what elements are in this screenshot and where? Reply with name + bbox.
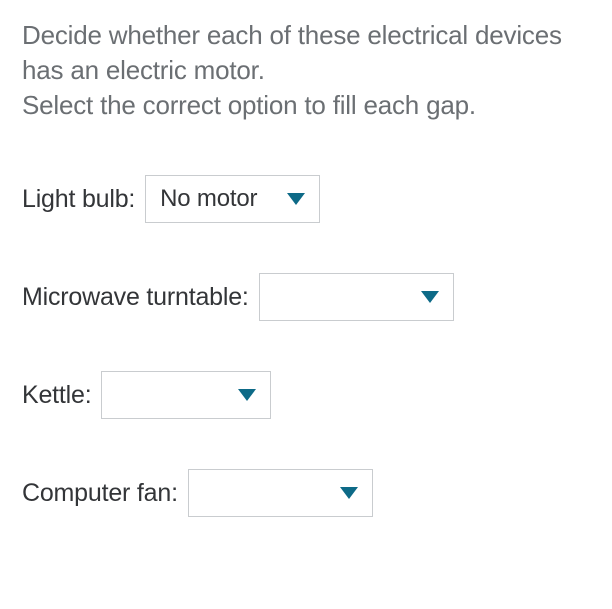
chevron-down-icon [340,487,358,499]
label-microwave-turntable: Microwave turntable: [22,283,249,312]
prompt-line-1: Decide whether each of these electrical … [22,20,562,85]
dropdown-light-bulb[interactable]: No motor [145,175,320,223]
row-light-bulb: Light bulb: No motor [22,175,590,223]
label-light-bulb: Light bulb: [22,185,135,214]
row-kettle: Kettle: . [22,371,590,419]
dropdown-value: No motor [160,185,257,213]
chevron-down-icon [421,291,439,303]
chevron-down-icon [287,193,305,205]
dropdown-microwave-turntable[interactable]: . [259,273,454,321]
row-computer-fan: Computer fan: . [22,469,590,517]
question-prompt: Decide whether each of these electrical … [22,18,590,123]
dropdown-computer-fan[interactable]: . [188,469,373,517]
label-computer-fan: Computer fan: [22,479,178,508]
dropdown-kettle[interactable]: . [101,371,271,419]
prompt-line-2: Select the correct option to fill each g… [22,90,476,120]
chevron-down-icon [238,389,256,401]
label-kettle: Kettle: [22,381,91,410]
row-microwave-turntable: Microwave turntable: . [22,273,590,321]
